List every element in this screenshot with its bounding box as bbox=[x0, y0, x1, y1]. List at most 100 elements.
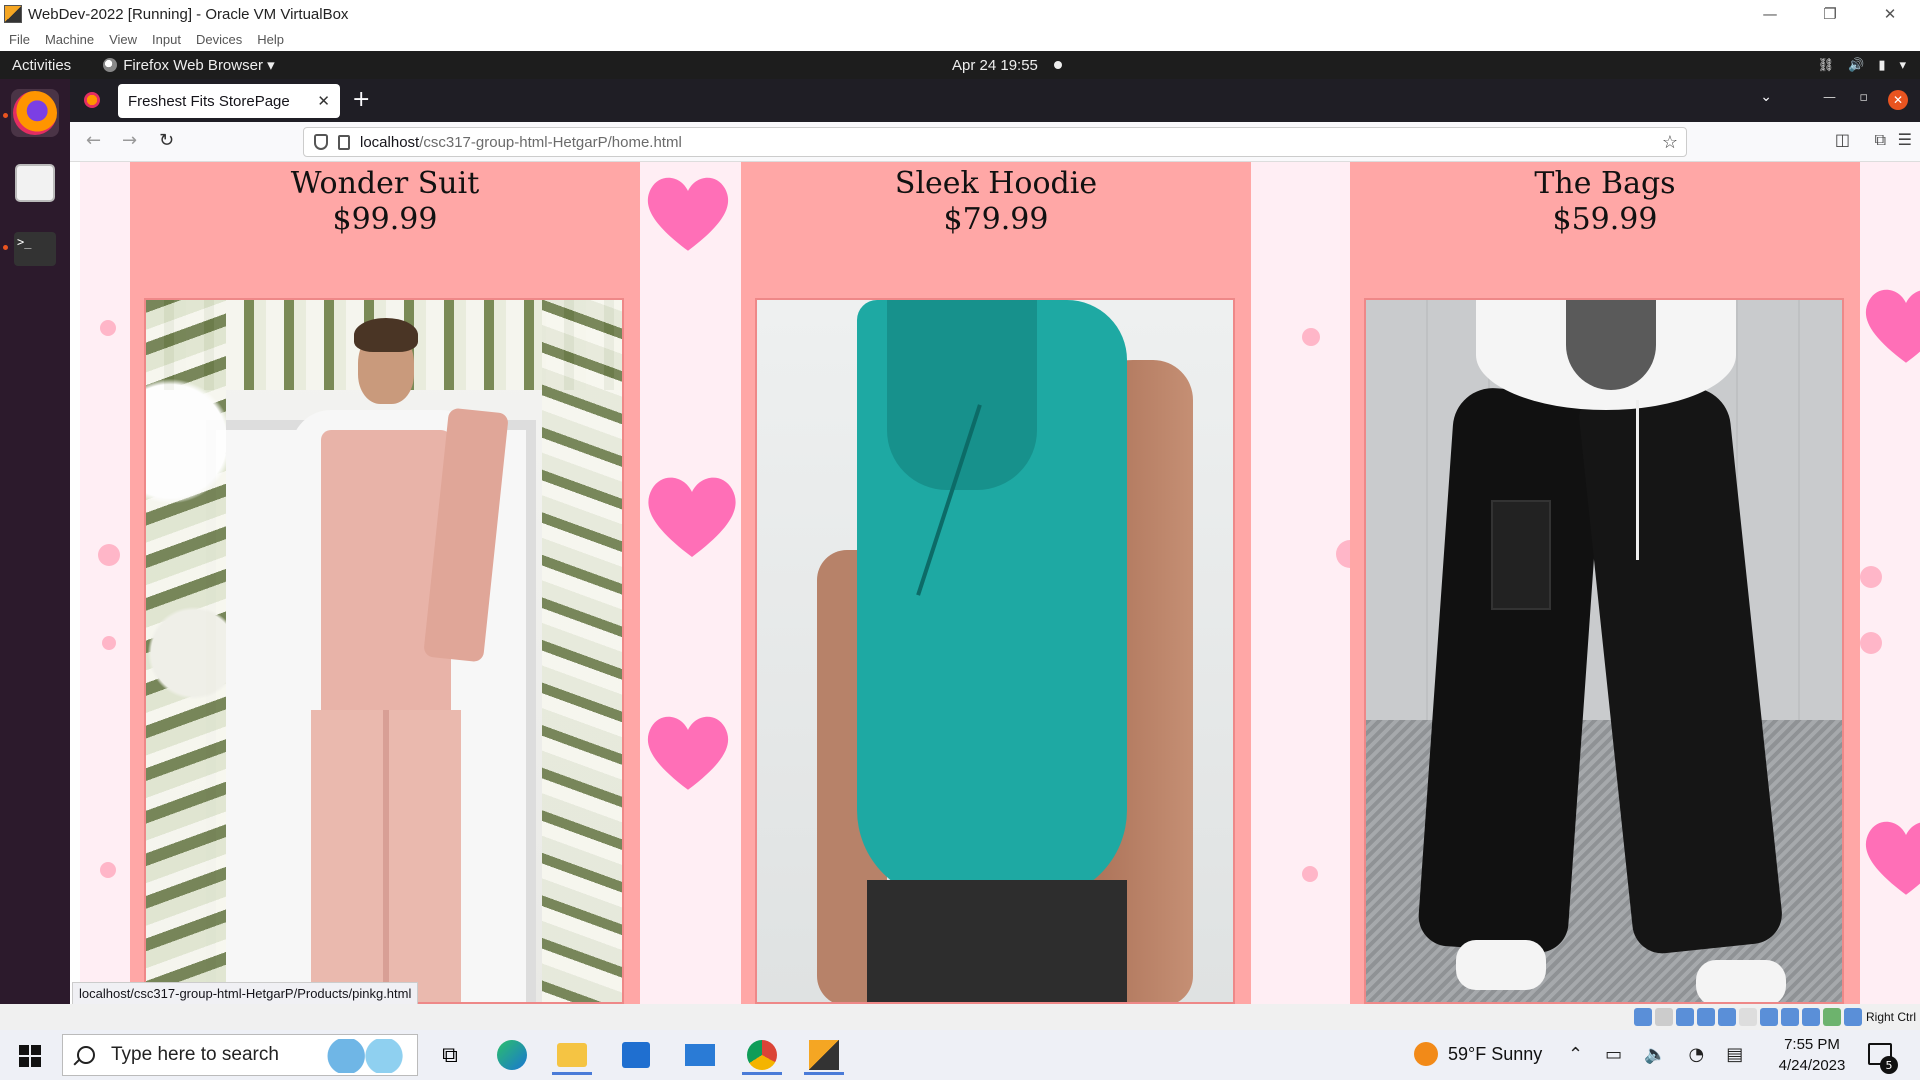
virtualbox-logo-icon bbox=[4, 5, 22, 23]
vbox-titlebar: WebDev-2022 [Running] - Oracle VM Virtua… bbox=[0, 0, 1920, 28]
product-price: $79.99 bbox=[943, 202, 1049, 237]
menu-input[interactable]: Input bbox=[152, 32, 181, 47]
edge-icon[interactable] bbox=[492, 1035, 532, 1075]
forward-button[interactable]: → bbox=[122, 130, 137, 151]
firefox-restore-button[interactable]: ▫ bbox=[1859, 90, 1868, 105]
product-name: Wonder Suit bbox=[290, 166, 480, 201]
menu-view[interactable]: View bbox=[109, 32, 137, 47]
search-placeholder: Type here to search bbox=[111, 1044, 279, 1065]
menu-machine[interactable]: Machine bbox=[45, 32, 94, 47]
taskbar-time: 7:55 PM bbox=[1784, 1036, 1840, 1053]
url-bar[interactable]: localhost/csc317-group-html-HetgarP/home… bbox=[303, 127, 1687, 157]
files-icon bbox=[15, 164, 55, 202]
dock-terminal[interactable]: >_ bbox=[11, 225, 59, 273]
back-button[interactable]: ← bbox=[86, 130, 101, 151]
taskbar-date: 4/24/2023 bbox=[1778, 1057, 1846, 1074]
product-card-sleek-hoodie[interactable]: Sleek Hoodie $79.99 bbox=[741, 162, 1251, 1004]
weather-text: 59°F Sunny bbox=[1448, 1043, 1543, 1064]
heart-decoration-icon bbox=[1860, 812, 1920, 904]
firefox-minimize-button[interactable]: — bbox=[1823, 90, 1836, 105]
bookmark-star-icon[interactable]: ☆ bbox=[1662, 132, 1678, 153]
extensions-icon[interactable]: ⧉ bbox=[1875, 130, 1886, 150]
running-indicator-icon bbox=[3, 245, 8, 250]
virtualbox-taskbar-icon[interactable] bbox=[804, 1035, 844, 1075]
product-image-wonder-suit[interactable] bbox=[144, 298, 624, 1004]
decor-dot bbox=[1302, 866, 1318, 882]
firefox-view-icon[interactable] bbox=[84, 92, 100, 108]
product-price: $59.99 bbox=[1552, 202, 1658, 237]
system-tray-icons[interactable]: ⌃ ▭ 🔈 ◔ ▤ bbox=[1568, 1044, 1743, 1065]
power-menu-icon: ▾ bbox=[1899, 57, 1906, 72]
app-menu-label: Firefox Web Browser ▾ bbox=[123, 57, 275, 74]
network-icon: ⛓ bbox=[1817, 57, 1835, 72]
decor-dot bbox=[1302, 328, 1320, 346]
decor-dot bbox=[98, 544, 120, 566]
host-key-label: Right Ctrl bbox=[1865, 1010, 1916, 1024]
vbox-status-bar: Right Ctrl bbox=[0, 1004, 1920, 1030]
pocket-icon[interactable]: ◫ bbox=[1835, 130, 1850, 149]
heart-decoration-icon bbox=[1860, 280, 1920, 372]
battery-tray-icon[interactable]: ▭ bbox=[1605, 1044, 1622, 1065]
taskbar-clock[interactable]: 7:55 PM 4/24/2023 bbox=[1762, 1034, 1862, 1076]
windows-start-icon[interactable] bbox=[19, 1045, 41, 1067]
product-image-the-bags[interactable] bbox=[1364, 298, 1844, 1004]
task-view-icon[interactable]: ⧉ bbox=[430, 1035, 470, 1075]
menu-file[interactable]: File bbox=[9, 32, 30, 47]
terminal-icon: >_ bbox=[14, 232, 56, 266]
firefox-close-button[interactable]: ✕ bbox=[1888, 90, 1908, 110]
wifi-icon[interactable]: ◔ bbox=[1689, 1044, 1705, 1065]
firefox-tabbar: Freshest Fits StorePage ✕ + ⌄ — ▫ ✕ bbox=[70, 79, 1920, 122]
file-explorer-icon[interactable] bbox=[552, 1035, 592, 1075]
search-icon bbox=[77, 1046, 95, 1064]
heart-decoration-icon bbox=[642, 467, 742, 567]
decor-dot bbox=[1860, 632, 1882, 654]
app-menu[interactable]: Firefox Web Browser ▾ bbox=[103, 56, 275, 74]
search-highlight-icon bbox=[321, 1039, 405, 1073]
reload-button[interactable]: ↻ bbox=[159, 130, 174, 151]
minimize-button[interactable]: — bbox=[1740, 0, 1800, 28]
chrome-icon[interactable] bbox=[742, 1035, 782, 1075]
product-name: The Bags bbox=[1534, 166, 1676, 201]
top-bar-clock[interactable]: Apr 24 19:55 bbox=[952, 57, 1038, 74]
menu-help[interactable]: Help bbox=[257, 32, 284, 47]
system-tray[interactable]: ⛓ 🔊 ▮ ▾ bbox=[1818, 57, 1906, 73]
mail-icon[interactable] bbox=[680, 1035, 720, 1075]
close-tab-icon[interactable]: ✕ bbox=[317, 92, 330, 110]
restore-button[interactable]: ❐ bbox=[1800, 0, 1860, 28]
dock-files[interactable] bbox=[11, 159, 59, 207]
new-tab-button[interactable]: + bbox=[352, 87, 370, 112]
product-card-wonder-suit[interactable]: Wonder Suit $99.99 bbox=[130, 162, 640, 1004]
vbox-device-icons[interactable] bbox=[1634, 1008, 1862, 1026]
decor-dot bbox=[100, 320, 116, 336]
close-button[interactable]: ✕ bbox=[1860, 0, 1920, 28]
decor-dot bbox=[1860, 566, 1882, 588]
weather-widget[interactable]: 59°F Sunny bbox=[1414, 1042, 1542, 1066]
volume-icon: 🔊 bbox=[1848, 57, 1865, 72]
ubuntu-dock: >_ bbox=[0, 79, 70, 1064]
windows-taskbar: Type here to search ⧉ 59°F Sunny ⌃ ▭ 🔈 ◔… bbox=[0, 1030, 1920, 1080]
decor-dot bbox=[102, 636, 116, 650]
notification-dot-icon bbox=[1054, 61, 1062, 69]
page-info-icon[interactable] bbox=[338, 134, 350, 150]
store-page: Wonder Suit $99.99 Sleek Hoodie $79.99 T… bbox=[70, 162, 1920, 1004]
tab-freshest-fits[interactable]: Freshest Fits StorePage ✕ bbox=[118, 84, 340, 118]
menu-devices[interactable]: Devices bbox=[196, 32, 242, 47]
chevron-up-icon[interactable]: ⌃ bbox=[1568, 1044, 1583, 1065]
taskbar-search-input[interactable]: Type here to search bbox=[62, 1034, 418, 1076]
heart-decoration-icon bbox=[642, 707, 734, 799]
notification-count-badge: 5 bbox=[1880, 1056, 1898, 1074]
keyboard-icon[interactable]: ▤ bbox=[1726, 1044, 1743, 1065]
speaker-icon[interactable]: 🔈 bbox=[1644, 1044, 1666, 1065]
app-menu-icon[interactable]: ☰ bbox=[1898, 130, 1912, 149]
url-text: localhost/csc317-group-html-HetgarP/home… bbox=[360, 133, 682, 151]
list-all-tabs-icon[interactable]: ⌄ bbox=[1760, 89, 1772, 105]
product-name: Sleek Hoodie bbox=[894, 166, 1098, 201]
dock-firefox[interactable] bbox=[11, 89, 59, 137]
decor-dot bbox=[100, 862, 116, 878]
microsoft-store-icon[interactable] bbox=[616, 1035, 656, 1075]
activities-button[interactable]: Activities bbox=[12, 57, 71, 74]
product-image-sleek-hoodie[interactable] bbox=[755, 298, 1235, 1004]
tracking-protection-icon[interactable] bbox=[314, 134, 328, 150]
gnome-top-bar: Activities Firefox Web Browser ▾ Apr 24 … bbox=[0, 51, 1920, 79]
product-card-the-bags[interactable]: The Bags $59.99 bbox=[1350, 162, 1860, 1004]
